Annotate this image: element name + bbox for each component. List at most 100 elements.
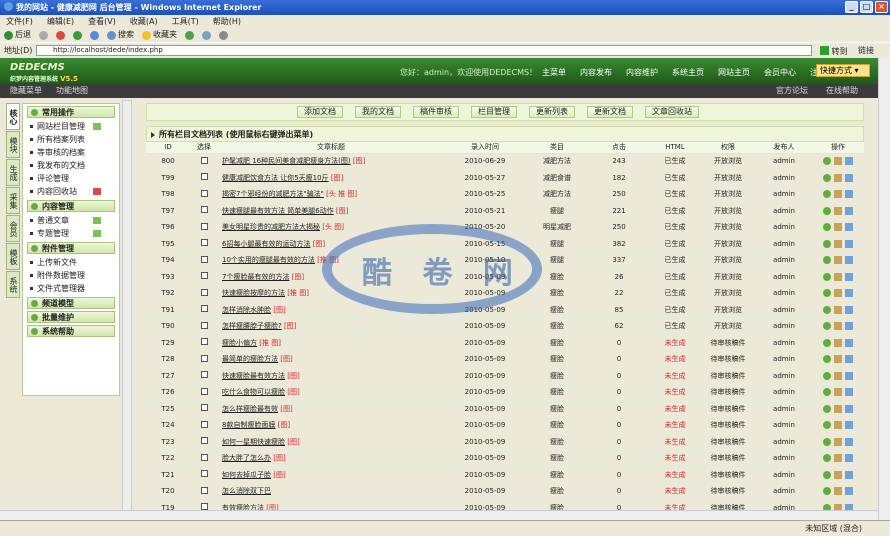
view-icon[interactable] <box>823 371 831 380</box>
sidebar-group-header[interactable]: 内容管理 <box>27 200 115 212</box>
edit-icon[interactable] <box>834 206 842 215</box>
vtab-generate[interactable]: 生成 <box>6 159 20 186</box>
nav-site-home[interactable]: 网站主页 <box>718 67 750 78</box>
document-icon[interactable] <box>845 454 853 463</box>
row-category[interactable]: 瘦脸 <box>526 384 588 401</box>
row-checkbox[interactable] <box>200 239 208 247</box>
history-button[interactable] <box>185 30 194 40</box>
row-title-link[interactable]: 脸大胖了怎么办 <box>222 454 271 462</box>
menu-favorites[interactable]: 收藏(A) <box>130 15 158 28</box>
row-checkbox[interactable] <box>200 338 208 346</box>
row-checkbox[interactable] <box>200 173 208 181</box>
sidebar-group-header[interactable]: 系统帮助 <box>27 325 115 337</box>
official-forum-link[interactable]: 官方论坛 <box>776 84 808 98</box>
row-category[interactable]: 减肥食谱 <box>526 169 588 187</box>
edit-icon[interactable] <box>834 404 842 413</box>
sidebar-item-all-docs[interactable]: 所有档案列表 <box>27 133 115 146</box>
document-icon[interactable] <box>845 173 853 182</box>
view-icon[interactable] <box>823 157 831 166</box>
row-category[interactable]: 减肥方法 <box>526 186 588 203</box>
mail-button[interactable] <box>202 30 211 40</box>
view-icon[interactable] <box>823 322 831 331</box>
row-category[interactable]: 瘦脸 <box>526 433 588 451</box>
view-icon[interactable] <box>823 454 831 463</box>
home-button[interactable] <box>90 30 99 40</box>
edit-icon[interactable] <box>834 421 842 430</box>
row-title-link[interactable]: 怎样消除水肿脸 <box>222 306 271 314</box>
row-checkbox[interactable] <box>200 272 208 280</box>
vtab-template[interactable]: 模板 <box>6 243 20 270</box>
page-scrollbar[interactable] <box>878 58 890 520</box>
row-checkbox[interactable] <box>200 354 208 362</box>
document-icon[interactable] <box>845 206 853 215</box>
menu-file[interactable]: 文件(F) <box>6 15 33 28</box>
my-docs-button[interactable]: 我的文档 <box>355 106 401 118</box>
edit-icon[interactable] <box>834 388 842 397</box>
nav-system-home[interactable]: 系统主页 <box>672 67 704 78</box>
row-checkbox[interactable] <box>200 206 208 214</box>
view-icon[interactable] <box>823 190 831 199</box>
row-title-link[interactable]: 快速瘦脸最有效方法 <box>222 372 285 380</box>
print-button[interactable] <box>219 30 228 40</box>
sidebar-group-header[interactable]: 附件管理 <box>27 242 115 254</box>
sidebar-group-header[interactable]: 批量维护 <box>27 311 115 323</box>
row-title-link[interactable]: 快速瘦脸按摩的方法 <box>222 289 285 297</box>
row-title-link[interactable]: 7个瘦脸最有效的方法 <box>222 273 289 281</box>
row-title-link[interactable]: 如何去掉瓜子脸 <box>222 471 271 479</box>
search-button[interactable]: 搜索 <box>107 28 134 42</box>
document-icon[interactable] <box>845 338 853 347</box>
nav-maintain[interactable]: 内容维护 <box>626 67 658 78</box>
view-icon[interactable] <box>823 388 831 397</box>
sidebar-item-attachment-data[interactable]: 附件数据管理 <box>27 269 115 282</box>
favorites-button[interactable]: 收藏夹 <box>142 28 177 42</box>
menu-view[interactable]: 查看(V) <box>88 15 116 28</box>
row-title-link[interactable]: 快速瘦腿最有效方法 简单美腿6动作 <box>222 207 334 215</box>
view-icon[interactable] <box>823 355 831 364</box>
edit-icon[interactable] <box>834 338 842 347</box>
view-icon[interactable] <box>823 421 831 430</box>
menu-help[interactable]: 帮助(H) <box>213 15 241 28</box>
document-icon[interactable] <box>845 239 853 248</box>
row-category[interactable]: 瘦脸 <box>526 334 588 352</box>
row-category[interactable]: 减肥方法 <box>526 153 588 170</box>
view-icon[interactable] <box>823 206 831 215</box>
add-icon[interactable] <box>93 123 101 130</box>
row-checkbox[interactable] <box>200 288 208 296</box>
edit-icon[interactable] <box>834 223 842 232</box>
update-docs-button[interactable]: 更新文档 <box>587 106 633 118</box>
edit-icon[interactable] <box>834 305 842 314</box>
row-checkbox[interactable] <box>200 156 208 164</box>
row-title-link[interactable]: 护髦减肥 16种民间美食减肥瘦身方法(图) <box>222 157 351 165</box>
row-checkbox[interactable] <box>200 305 208 313</box>
document-icon[interactable] <box>845 289 853 298</box>
forward-button[interactable] <box>39 30 48 40</box>
row-title-link[interactable]: 吃什么食物可以瘦脸 <box>222 388 285 396</box>
view-icon[interactable] <box>823 305 831 314</box>
vtab-system[interactable]: 系统 <box>6 271 20 298</box>
hide-menu-link[interactable]: 隐藏菜单 <box>10 84 42 98</box>
horizontal-scrollbar[interactable] <box>0 510 878 520</box>
document-icon[interactable] <box>845 272 853 281</box>
row-title-link[interactable]: 10个实用的瘦腿最有效的方法 <box>222 256 315 264</box>
edit-icon[interactable] <box>834 173 842 182</box>
document-icon[interactable] <box>845 190 853 199</box>
stop-button[interactable] <box>56 30 65 40</box>
clear-icon[interactable] <box>93 188 101 195</box>
edit-icon[interactable] <box>834 157 842 166</box>
row-category[interactable]: 瘦脸 <box>526 417 588 434</box>
edit-icon[interactable] <box>834 454 842 463</box>
view-icon[interactable] <box>823 239 831 248</box>
maximize-button[interactable]: □ <box>860 1 873 13</box>
row-checkbox[interactable] <box>200 420 208 428</box>
edit-icon[interactable] <box>834 190 842 199</box>
row-checkbox[interactable] <box>200 189 208 197</box>
row-title-link[interactable]: 如何一星期快速瘦脸 <box>222 438 285 446</box>
row-checkbox[interactable] <box>200 404 208 412</box>
row-checkbox[interactable] <box>200 470 208 478</box>
edit-icon[interactable] <box>834 437 842 446</box>
vtab-core[interactable]: 核心 <box>6 103 20 130</box>
row-category[interactable]: 瘦脸 <box>526 400 588 418</box>
document-icon[interactable] <box>845 256 853 265</box>
address-input[interactable]: http://localhost/dede/index.php <box>36 45 812 56</box>
view-icon[interactable] <box>823 256 831 265</box>
